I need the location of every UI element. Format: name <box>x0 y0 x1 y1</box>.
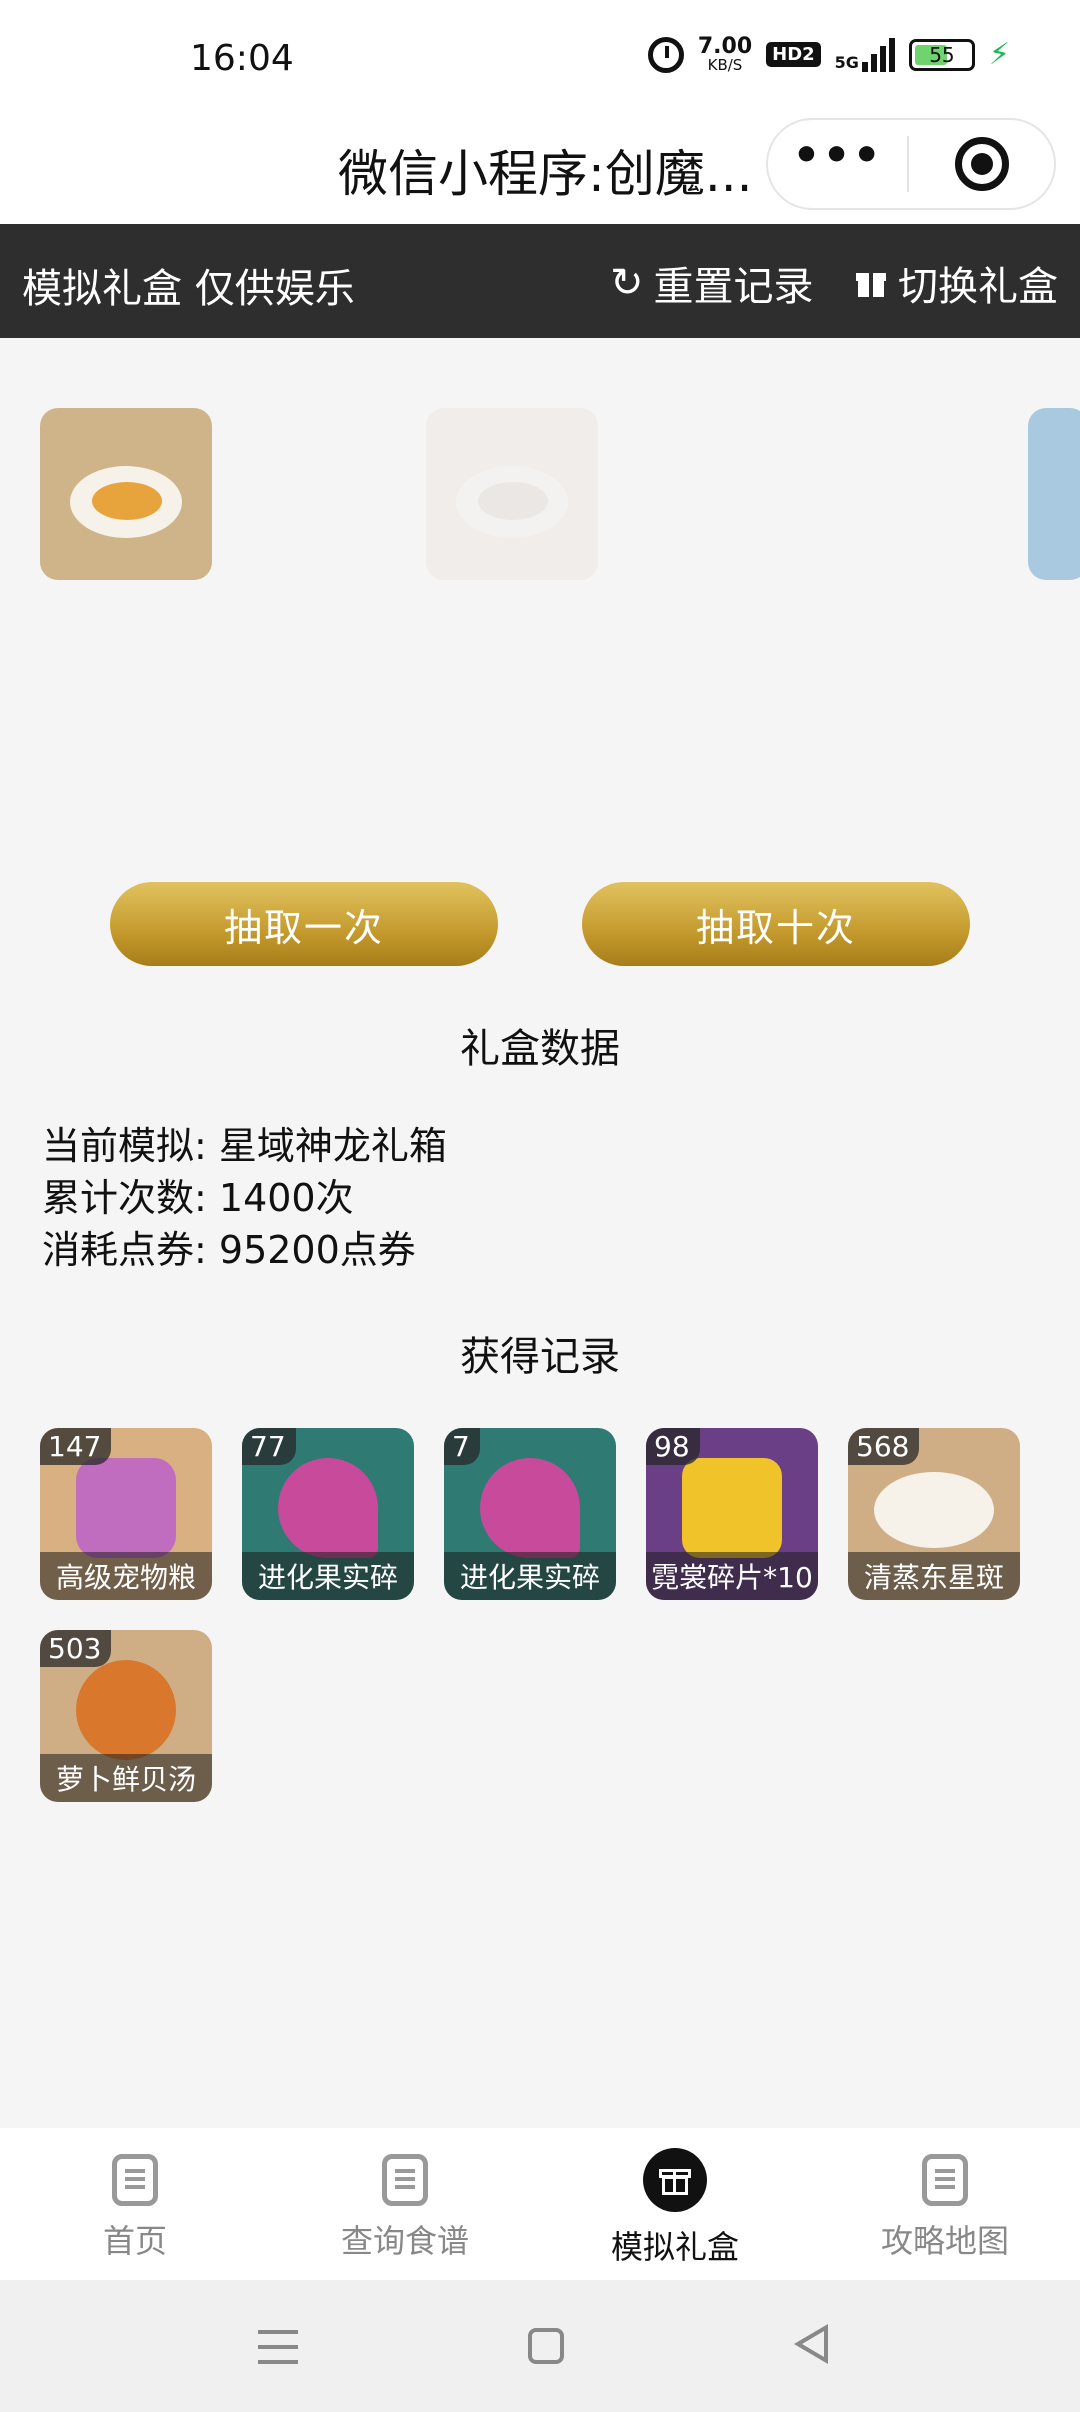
pet-food-image <box>76 1458 176 1558</box>
tab-label: 查询食谱 <box>340 2222 469 2260</box>
tab-guide-map[interactable]: 攻略地图 <box>810 2128 1080 2280</box>
record-item[interactable]: 147 高级宠物粮 <box>40 1428 212 1600</box>
current-sim-value: 星域神龙礼箱 <box>218 1124 447 1168</box>
tab-label: 首页 <box>102 2222 167 2260</box>
record-name: 进化果实碎 <box>242 1552 414 1600</box>
evolution-fruit-image <box>278 1458 378 1558</box>
gift-data-title: 礼盒数据 <box>460 1026 620 1072</box>
record-count: 147 <box>40 1428 112 1465</box>
tab-home[interactable]: 首页 <box>0 2128 270 2280</box>
document-icon <box>922 2154 968 2206</box>
more-menu-icon[interactable]: ••• <box>768 134 907 178</box>
record-name: 高级宠物粮 <box>40 1552 212 1600</box>
cost-label: 消耗点券: <box>42 1228 207 1272</box>
total-count-value: 1400次 <box>218 1176 354 1220</box>
network-speed-unit: KB/S <box>707 56 743 74</box>
gift-icon <box>643 2148 707 2212</box>
evolution-fruit-image <box>480 1458 580 1558</box>
record-name: 清蒸东星斑 <box>848 1552 1020 1600</box>
status-icons: 7.00 KB/S HD2 5G 55 ⚡ <box>647 36 1010 73</box>
record-count: 7 <box>444 1428 480 1465</box>
home-icon[interactable] <box>528 2328 564 2364</box>
tab-label: 模拟礼盒 <box>610 2228 739 2266</box>
tab-recipes[interactable]: 查询食谱 <box>270 2128 540 2280</box>
records-title: 获得记录 <box>460 1334 620 1380</box>
record-count: 568 <box>848 1428 920 1465</box>
network-speed-value: 7.00 <box>697 34 753 59</box>
switch-gift-button[interactable]: 切换礼盒 <box>856 254 1058 312</box>
record-item[interactable]: 7 进化果实碎 <box>444 1428 616 1600</box>
steamed-fish-image <box>874 1472 994 1548</box>
record-item[interactable]: 98 霓裳碎片*10 <box>646 1428 818 1600</box>
document-icon <box>112 2154 158 2206</box>
close-miniprogram-button[interactable] <box>909 137 1054 191</box>
record-item[interactable]: 568 清蒸东星斑 <box>848 1428 1020 1600</box>
clothing-shard-image <box>682 1458 782 1558</box>
draw-once-button[interactable]: 抽取一次 <box>110 882 498 966</box>
header-disclaimer: 模拟礼盒 仅供娱乐 <box>22 266 355 312</box>
network-speed: 7.00 KB/S <box>698 36 752 73</box>
battery-icon: 55 <box>908 38 975 71</box>
total-count-row: 累计次数: 1400次 <box>42 1172 447 1224</box>
battery-level: 55 <box>929 42 955 67</box>
tab-bar: 首页 查询食谱 模拟礼盒 攻略地图 <box>0 2128 1080 2280</box>
gift-stats: 当前模拟: 星域神龙礼箱 累计次数: 1400次 消耗点券: 95200点券 <box>42 1120 447 1276</box>
record-name: 霓裳碎片*10 <box>646 1552 818 1600</box>
system-navigation-bar <box>0 2280 1080 2412</box>
carousel-item <box>1028 408 1080 580</box>
alarm-icon <box>647 36 684 73</box>
gift-header: 模拟礼盒 仅供娱乐 ↻ 重置记录 切换礼盒 <box>0 224 1080 338</box>
document-icon <box>382 2154 428 2206</box>
current-sim-label: 当前模拟: <box>42 1124 207 1168</box>
cost-row: 消耗点券: 95200点券 <box>42 1224 447 1276</box>
status-time: 16:04 <box>190 38 294 79</box>
reset-record-button[interactable]: ↻ 重置记录 <box>610 254 814 312</box>
refresh-icon: ↻ <box>610 260 644 306</box>
current-sim-row: 当前模拟: 星域神龙礼箱 <box>42 1120 447 1172</box>
total-count-label: 累计次数: <box>42 1176 207 1220</box>
record-count: 98 <box>646 1428 700 1465</box>
page-title: 微信小程序:创魔... <box>338 145 753 203</box>
record-name: 进化果实碎 <box>444 1552 616 1600</box>
record-count: 503 <box>40 1630 112 1667</box>
cost-value: 95200点券 <box>218 1228 416 1272</box>
record-item[interactable]: 77 进化果实碎 <box>242 1428 414 1600</box>
food-image <box>70 466 182 538</box>
target-icon <box>954 137 1009 191</box>
carousel-item <box>426 408 598 580</box>
record-count: 77 <box>242 1428 296 1465</box>
capsule-menu: ••• <box>766 118 1056 210</box>
reset-record-label: 重置记录 <box>653 264 814 310</box>
back-icon[interactable] <box>794 2324 828 2364</box>
recent-apps-icon[interactable] <box>258 2330 298 2364</box>
navigation-bar: 微信小程序:创魔... ••• <box>0 118 1080 224</box>
status-bar: 16:04 7.00 KB/S HD2 5G 55 ⚡ <box>0 0 1080 118</box>
record-name: 萝卜鲜贝汤 <box>40 1754 212 1802</box>
tab-gift-sim[interactable]: 模拟礼盒 <box>540 2128 810 2280</box>
draw-ten-button[interactable]: 抽取十次 <box>582 882 970 966</box>
carousel-item <box>40 408 212 580</box>
tab-label: 攻略地图 <box>880 2222 1009 2260</box>
signal-label: 5G <box>834 52 859 72</box>
hd-badge: HD2 <box>766 42 821 67</box>
charging-icon: ⚡ <box>988 37 1010 72</box>
food-image <box>456 466 568 538</box>
record-item[interactable]: 503 萝卜鲜贝汤 <box>40 1630 212 1802</box>
gift-icon <box>856 269 886 297</box>
signal-icon: 5G <box>834 37 895 72</box>
soup-image <box>76 1660 176 1760</box>
switch-gift-label: 切换礼盒 <box>898 264 1058 310</box>
